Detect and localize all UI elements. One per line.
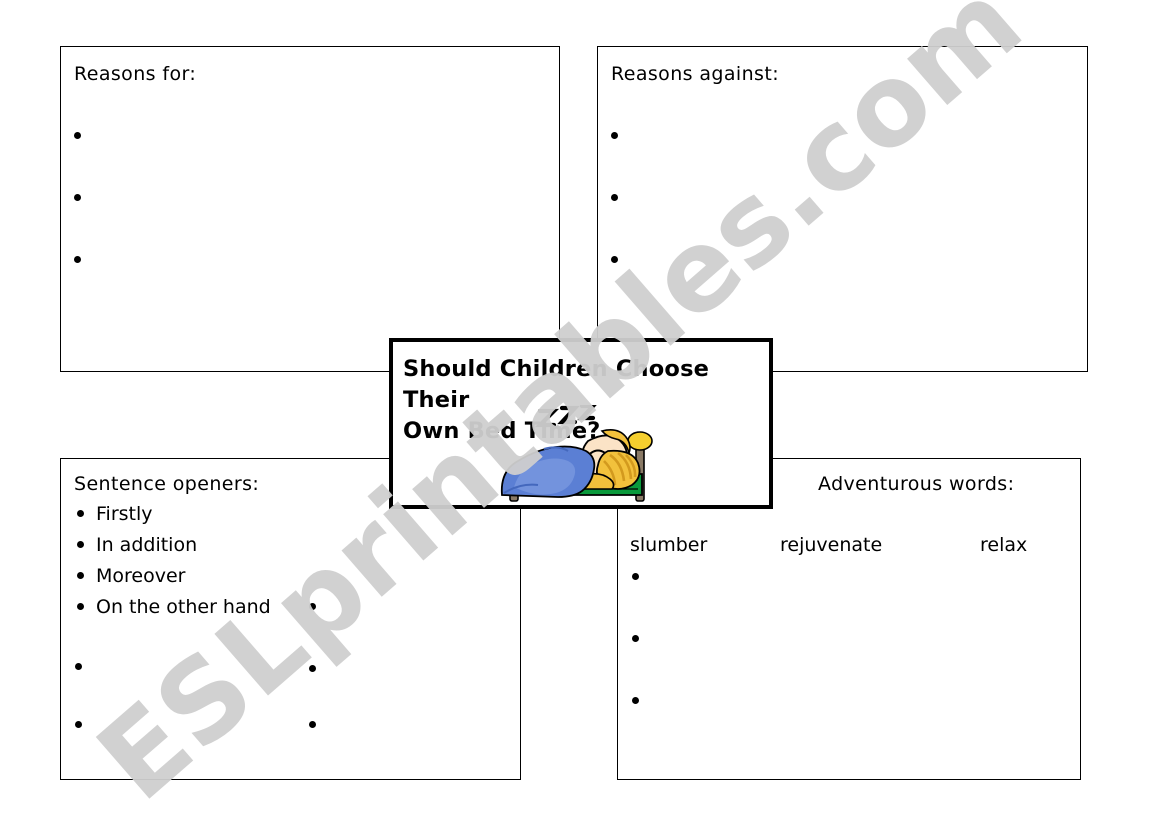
bullet-point — [309, 603, 316, 610]
sentence-opener-item: On the other hand — [96, 596, 271, 618]
sentence-opener-item: Firstly — [96, 503, 153, 525]
zzz-icon — [534, 405, 597, 428]
title-card: Should Children Choose Their Own Bed Tim… — [389, 338, 773, 509]
bullet-point — [611, 132, 618, 139]
bullet-point — [611, 256, 618, 263]
reasons-for-box: Reasons for: — [60, 46, 560, 372]
bullet-point — [74, 194, 81, 201]
bullet-point — [74, 132, 81, 139]
sentence-opener-item: In addition — [96, 534, 198, 556]
reasons-against-heading: Reasons against: — [611, 63, 780, 85]
sentence-opener-item: Moreover — [96, 565, 186, 587]
adventurous-words-heading: Adventurous words: — [818, 473, 1015, 495]
blanket — [500, 445, 596, 498]
adventurous-word: slumber — [630, 534, 708, 556]
reasons-for-heading: Reasons for: — [74, 63, 197, 85]
bullet-point — [77, 510, 84, 517]
adventurous-word: relax — [980, 534, 1028, 556]
adventurous-word: rejuvenate — [780, 534, 883, 556]
bullet-point — [77, 541, 84, 548]
bullet-point — [77, 572, 84, 579]
bullet-point — [74, 256, 81, 263]
bullet-point — [309, 721, 316, 728]
bullet-point — [75, 663, 82, 670]
bullet-point — [632, 573, 639, 580]
bullet-point — [309, 665, 316, 672]
bullet-point — [611, 194, 618, 201]
bullet-point — [632, 635, 639, 642]
sentence-openers-heading: Sentence openers: — [74, 473, 260, 495]
bullet-point — [77, 603, 84, 610]
reasons-against-box: Reasons against: — [597, 46, 1088, 372]
bullet-point — [75, 721, 82, 728]
bullet-point — [632, 697, 639, 704]
sleeping-boy-in-bed-clipart — [500, 405, 653, 502]
